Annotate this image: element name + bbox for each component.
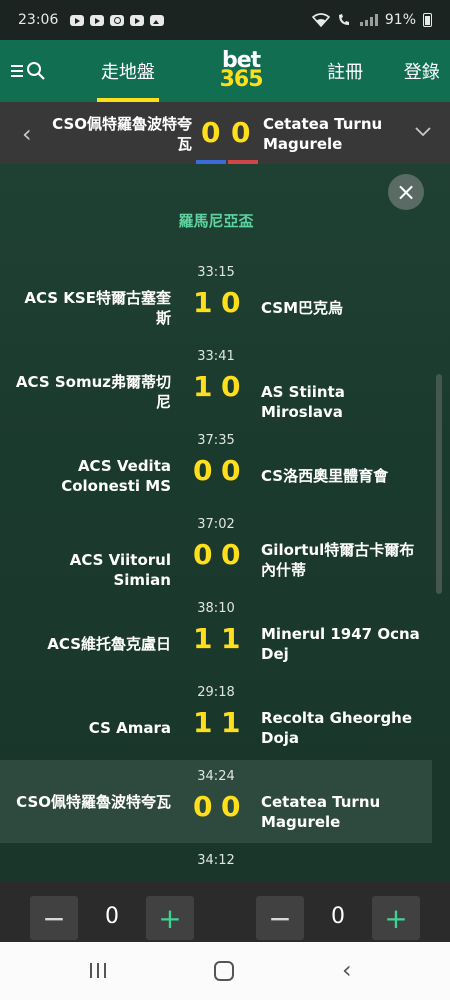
status-bar: 23:06 91% [0,0,450,40]
close-icon: × [395,178,417,206]
back-icon[interactable]: ‹ [342,956,352,984]
away-team: Cetatea Turnu Magurele [261,793,381,831]
menu-icon [10,65,23,77]
nav-in-play[interactable]: 走地盤 [93,40,164,102]
home-team: CSO佩特羅魯波特夸瓦 [16,793,171,811]
app-notification-icon [110,14,125,26]
match-time: 33:15 [197,265,235,280]
youtube-icon [70,14,85,26]
chevron-down-icon[interactable] [414,118,432,144]
right-minus-button[interactable]: − [256,896,304,940]
match-time: 37:02 [197,517,235,532]
android-nav-bar: ‹ [0,942,450,1000]
away-team: CS洛西奧里體育會 [261,467,389,485]
home-score: 1 [193,370,213,403]
nav-login[interactable]: 登錄 [393,40,450,102]
away-team: Recolta Gheorghe Doja [261,709,413,747]
match-row[interactable]: 37:02 ACS Viitorul Simian 0 0 Gilortul特爾… [0,508,432,591]
battery-icon [423,13,432,27]
recent-apps-icon[interactable] [90,963,106,978]
away-team: CSM巴克烏 [261,299,344,317]
match-time: 29:18 [197,685,235,700]
match-row[interactable]: 33:15 ACS KSE特爾古塞奎斯 1 0 CSM巴克烏 [0,256,432,339]
battery-percent: 91% [384,12,416,28]
match-list-panel: × 羅馬尼亞盃 33:15 ACS KSE特爾古塞奎斯 1 0 CSM巴克烏 3… [0,164,450,882]
home-score: 0 [193,790,213,823]
match-time: 37:35 [197,433,235,448]
home-score: 1 [193,286,213,319]
left-value: 0 [105,904,119,929]
youtube-icon [90,14,105,26]
match-away-score: 0 [231,116,251,149]
signal-icon [359,14,378,26]
wifi-call-icon [338,14,349,25]
match-home-team: CSO佩特羅魯波特夸瓦 [52,115,192,153]
away-team: Gilortul特爾古卡爾布內什蒂 [261,541,415,579]
home-score: 0 [193,454,213,487]
bottom-controls: − 0 + − 0 + [0,882,450,942]
away-score: 1 [221,706,241,739]
match-row[interactable]: 33:41 ACS Somuz弗爾蒂切尼 1 0 AS Stiinta Miro… [0,340,432,423]
home-team: ACS Vedita Colonesti MS [61,457,171,495]
away-score: 0 [221,790,241,823]
youtube-icon [130,14,145,26]
match-row[interactable]: 38:10 ACS維托魯克盧日 1 1 Minerul 1947 Ocna De… [0,592,432,675]
right-plus-button[interactable]: + [372,896,420,940]
home-team: ACS Viitorul Simian [69,551,171,589]
search-icon [26,62,45,80]
away-team: Minerul 1947 Ocna Dej [261,625,420,663]
away-score: 1 [221,622,241,655]
close-button[interactable]: × [388,174,424,210]
home-team: ACS KSE特爾古塞奎斯 [24,289,171,327]
chevron-left-icon[interactable]: ‹ [22,120,32,148]
away-score: 0 [221,538,241,571]
menu-search-button[interactable] [0,40,57,102]
home-team: ACS Somuz弗爾蒂切尼 [15,373,171,411]
match-row[interactable]: 29:18 CS Amara 1 1 Recolta Gheorghe Doja [0,676,432,759]
home-team: ACS維托魯克盧日 [47,635,171,653]
clock: 23:06 [18,12,59,28]
match-home-score: 0 [201,116,221,149]
nav-register[interactable]: 註冊 [317,40,374,102]
wifi-icon [311,13,330,27]
league-title: 羅馬尼亞盃 [178,212,254,230]
bet365-logo[interactable]: bet 365 [201,50,281,90]
home-score: 1 [193,622,213,655]
home-score: 1 [193,706,213,739]
image-icon [150,14,165,26]
home-score: 0 [193,538,213,571]
away-score: 0 [221,370,241,403]
match-time: 34:12 [197,853,235,868]
away-score: 0 [221,286,241,319]
home-icon[interactable] [214,961,234,981]
match-time: 38:10 [197,601,235,616]
match-row-selected[interactable]: 34:24 CSO佩特羅魯波特夸瓦 0 0 Cetatea Turnu Magu… [0,760,432,843]
left-plus-button[interactable]: + [146,896,194,940]
home-team: CS Amara [88,719,171,737]
match-time: 33:41 [197,349,235,364]
match-row[interactable]: 34:12 [0,844,432,882]
top-nav: 走地盤 bet 365 註冊 登錄 [0,40,450,102]
match-time: 34:24 [197,769,235,784]
current-match-header: ‹ CSO佩特羅魯波特夸瓦 0 0 Cetatea Turnu Magurele [0,102,450,164]
right-value: 0 [331,904,345,929]
away-score: 0 [221,454,241,487]
scrollbar[interactable] [436,374,442,594]
left-minus-button[interactable]: − [30,896,78,940]
match-away-team: Cetatea Turnu Magurele [263,115,383,153]
match-row[interactable]: 37:35 ACS Vedita Colonesti MS 0 0 CS洛西奧里… [0,424,432,507]
away-team: AS Stiinta Miroslava [261,383,345,421]
